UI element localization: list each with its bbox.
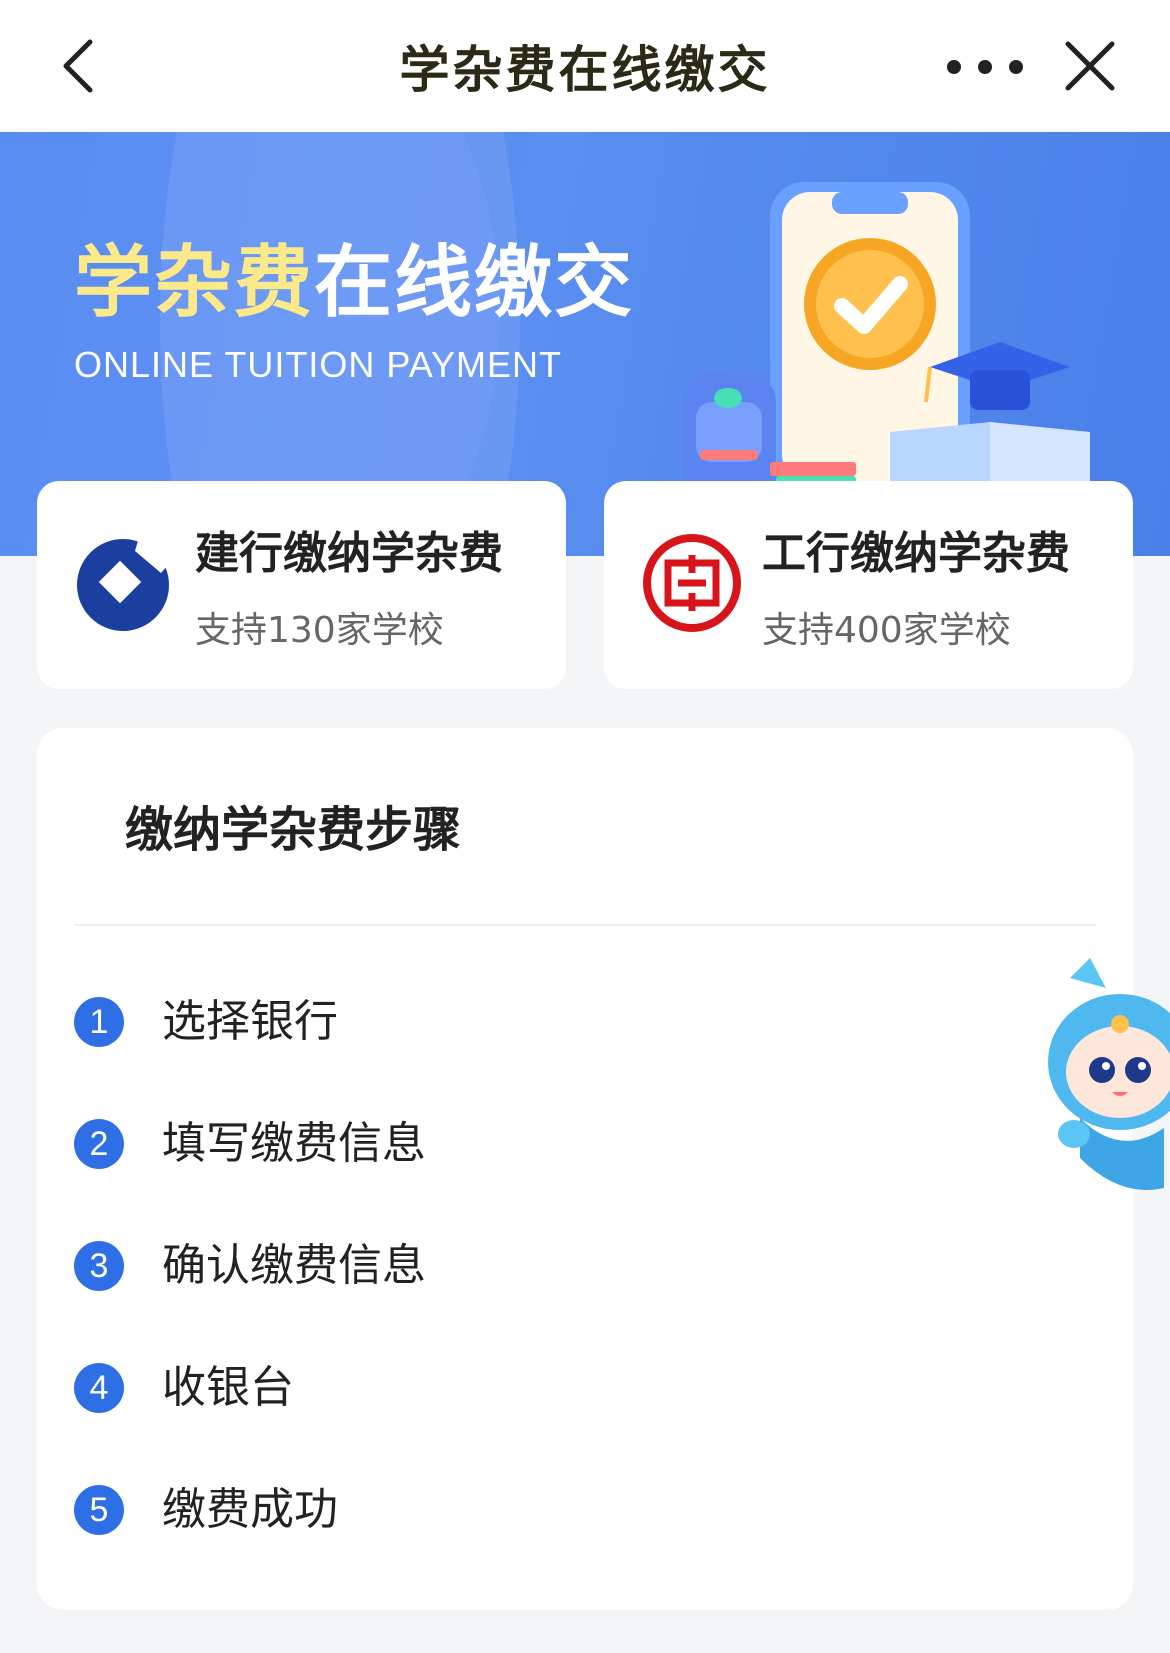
icbc-card-title: 工行缴纳学杂费: [762, 528, 1070, 579]
icbc-payment-card[interactable]: 工行缴纳学杂费 支持400家学校: [604, 481, 1133, 689]
step-item: 4 收银台: [74, 1356, 974, 1426]
payment-steps-panel: 缴纳学杂费步骤 1 选择银行 2 填写缴费信息 3 确认缴费信息 4 收银台 5…: [37, 728, 1133, 1610]
step-number-badge: 1: [74, 997, 124, 1047]
assistant-mascot-icon[interactable]: [1040, 958, 1170, 1208]
banner-title: 学杂费在线缴交: [74, 220, 634, 332]
banner-title-rest: 在线缴交: [314, 238, 635, 328]
step-item: 1 选择银行: [74, 990, 974, 1060]
icbc-card-support: 支持400家学校: [762, 610, 1011, 651]
step-label: 确认缴费信息: [162, 1240, 426, 1291]
step-label: 填写缴费信息: [162, 1118, 426, 1169]
steps-title: 缴纳学杂费步骤: [125, 802, 462, 858]
close-icon[interactable]: [1060, 36, 1120, 96]
icbc-logo-icon: [642, 533, 742, 633]
banner-title-highlight: 学杂费: [74, 238, 315, 328]
step-label: 收银台: [162, 1362, 294, 1413]
step-number-badge: 2: [74, 1119, 124, 1169]
divider: [74, 924, 1096, 926]
more-options-icon[interactable]: [945, 52, 1025, 82]
step-item: 2 填写缴费信息: [74, 1112, 974, 1182]
step-label: 选择银行: [162, 996, 338, 1047]
step-item: 3 确认缴费信息: [74, 1234, 974, 1304]
ccb-payment-card[interactable]: 建行缴纳学杂费 支持130家学校: [37, 481, 566, 689]
step-number-badge: 5: [74, 1485, 124, 1535]
step-number-badge: 3: [74, 1241, 124, 1291]
top-nav-bar: 学杂费在线缴交: [0, 0, 1170, 132]
step-item: 5 缴费成功: [74, 1478, 974, 1548]
step-number-badge: 4: [74, 1363, 124, 1413]
ccb-logo-icon: [75, 533, 175, 633]
ccb-card-title: 建行缴纳学杂费: [195, 528, 503, 579]
ccb-card-support: 支持130家学校: [195, 610, 444, 651]
banner-subtitle: ONLINE TUITION PAYMENT: [74, 344, 563, 385]
step-label: 缴费成功: [162, 1484, 338, 1535]
